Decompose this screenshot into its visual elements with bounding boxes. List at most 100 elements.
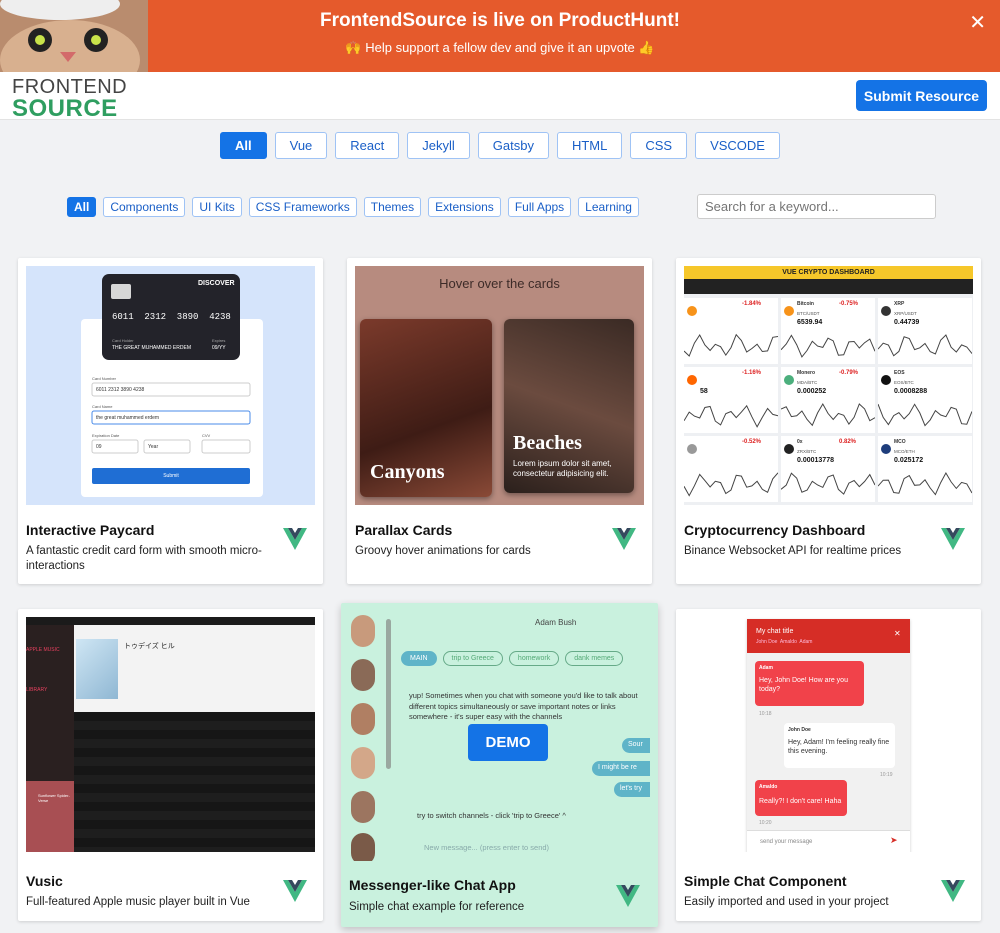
paycard-field-number-value: 6011 2312 3890 4238 — [96, 387, 145, 393]
demo-button[interactable]: DEMO — [468, 724, 548, 761]
coin-icon — [881, 375, 891, 385]
paycard-form-drawing — [81, 274, 263, 497]
crypto-sparkline-path — [878, 334, 972, 357]
filter-category-themes[interactable]: Themes — [363, 197, 422, 217]
filter-category-extensions[interactable]: Extensions — [428, 197, 501, 217]
messenger-preview-image: Adam Bush MAIN trip to Greece homework dank… — [349, 611, 650, 861]
paycard-preview-image: DISCOVER 6011 2312 3890 4238 Card Holder… — [26, 266, 315, 505]
resource-card-vusic[interactable]: APPLE MUSIC LIBRARY トゥデイズ ヒル Sunflower S… — [18, 609, 323, 921]
contact-avatar[interactable] — [351, 659, 375, 691]
card-description: Full-featured Apple music player built i… — [26, 896, 250, 908]
vusic-library: LIBRARY — [26, 687, 48, 693]
submit-resource-button[interactable]: Submit Resource — [856, 80, 987, 111]
crypto-coin-tile: Bitcoin BTC/USDT 6539.94 -0.75% — [781, 298, 875, 364]
coin-icon — [784, 375, 794, 385]
resource-card-parallax[interactable]: Hover over the cards Canyons Beaches Lor… — [347, 258, 652, 584]
contact-avatar[interactable] — [351, 791, 375, 823]
paycard-expires-label: Expires — [212, 338, 226, 343]
paycard-field-name-label: Card Name — [92, 404, 113, 409]
crypto-coin-price: 0.025172 — [894, 457, 924, 464]
send-icon[interactable]: ➤ — [890, 835, 898, 846]
coin-icon — [784, 306, 794, 316]
channel-tag[interactable]: dank memes — [565, 651, 624, 666]
crypto-sparkline — [878, 471, 972, 496]
card-title[interactable]: Messenger-like Chat App — [349, 877, 516, 893]
crypto-coin-change: -1.84% — [742, 301, 762, 307]
crypto-coin-grid: -1.84% Bitcoin BTC/USDT 6539.94 -0.75% XRP XRP… — [684, 298, 973, 503]
crypto-coin-change: -1.16% — [742, 370, 762, 376]
crypto-coin-tile: 58 -1.16% — [684, 367, 778, 433]
crypto-header: VUE CRYPTO DASHBOARD — [684, 266, 973, 279]
vue-logo-icon — [616, 885, 640, 907]
channel-tag[interactable]: MAIN — [401, 651, 437, 666]
crypto-coin-price: 0.00013778 — [797, 457, 834, 464]
filter-framework-react[interactable]: React — [335, 132, 400, 159]
filter-framework-vscode[interactable]: VSCODE — [695, 132, 780, 159]
contact-avatar[interactable] — [351, 703, 375, 735]
simplechat-m2: Hey, Adam! I'm feeling really fine this … — [788, 739, 890, 756]
simplechat-input[interactable]: send your message — [760, 839, 812, 845]
coin-icon — [881, 444, 891, 454]
filter-category-full-apps[interactable]: Full Apps — [507, 197, 572, 217]
filter-category-learning[interactable]: Learning — [578, 197, 639, 217]
parallax-canyon-label: Canyons — [370, 461, 445, 483]
resource-card-simple-chat[interactable]: My chat title John Doe Amaldo Adam ✕ Ada… — [676, 609, 981, 921]
resource-card-crypto[interactable]: VUE CRYPTO DASHBOARD -1.84% Bitcoin BTC/US… — [676, 258, 981, 584]
card-title[interactable]: Parallax Cards — [355, 522, 452, 538]
messenger-avatar-column — [349, 611, 379, 861]
card-description: A fantastic credit card form with smooth… — [26, 545, 262, 572]
filter-category-components[interactable]: Components — [103, 197, 186, 217]
crypto-coin-pair: XRP/USDT — [894, 311, 917, 316]
resource-card-messenger[interactable]: Adam Bush MAIN trip to Greece homework dank… — [341, 603, 658, 927]
card-description: Simple chat example for reference — [349, 901, 525, 913]
card-title[interactable]: Interactive Paycard — [26, 522, 154, 538]
simplechat-m1: Hey, John Doe! How are you today? — [759, 677, 848, 694]
filter-category-css-frameworks[interactable]: CSS Frameworks — [248, 197, 357, 217]
filter-framework-vue[interactable]: Vue — [274, 132, 328, 159]
banner-subtitle: 🙌 Help support a fellow dev and give it … — [345, 40, 655, 55]
paycard-field-cvv-label: CVV — [202, 433, 211, 438]
crypto-coin-tile: -0.52% — [684, 436, 778, 502]
filter-category-ui-kits[interactable]: UI Kits — [192, 197, 242, 217]
vusic-preview-image: APPLE MUSIC LIBRARY トゥデイズ ヒル Sunflower S… — [26, 617, 315, 852]
channel-tag[interactable]: trip to Greece — [442, 651, 503, 666]
filter-framework-gatsby[interactable]: Gatsby — [477, 132, 549, 159]
contact-avatar[interactable] — [351, 747, 375, 779]
simplechat-t3: 10:20 — [759, 820, 772, 826]
crypto-preview-image: VUE CRYPTO DASHBOARD -1.84% Bitcoin BTC/US… — [684, 266, 973, 505]
filter-category-all[interactable]: All — [67, 197, 97, 217]
parallax-beach-text: Lorem ipsum dolor sit amet, consectetur … — [513, 459, 612, 479]
crypto-sparkline — [878, 403, 972, 427]
crypto-coin-tile: Monero MDA/BTC 0.000252 -0.79% — [781, 367, 875, 433]
crypto-coin-tile: 0x ZRX/BTC 0.00013778 0.82% — [781, 436, 875, 502]
contact-avatar[interactable] — [351, 615, 375, 647]
card-title[interactable]: Simple Chat Component — [684, 873, 847, 889]
crypto-coin-tile: XRP XRP/USDT 0.44739 — [878, 298, 972, 364]
frontendsource-logo[interactable]: FRONTEND SOURCE — [12, 77, 127, 121]
channel-tag[interactable]: homework — [508, 651, 560, 666]
crypto-coin-name: Bitcoin — [797, 301, 814, 307]
keyword-search-input[interactable] — [697, 194, 936, 219]
parallax-beach-label: Beaches — [513, 432, 582, 454]
simplechat-header — [747, 619, 910, 653]
paycard-year: Year — [148, 444, 159, 450]
simplechat-preview-image: My chat title John Doe Amaldo Adam ✕ Ada… — [684, 617, 973, 852]
close-banner-icon[interactable]: ✕ — [969, 10, 986, 35]
vusic-now-playing — [26, 781, 74, 852]
coin-icon — [687, 306, 697, 316]
contact-avatar[interactable] — [351, 833, 375, 861]
filter-framework-all[interactable]: All — [220, 132, 267, 159]
card-title[interactable]: Vusic — [26, 873, 63, 889]
simplechat-close-icon[interactable]: ✕ — [894, 629, 901, 638]
filter-framework-jekyll[interactable]: Jekyll — [407, 132, 470, 159]
filter-framework-css[interactable]: CSS — [630, 132, 688, 159]
vue-logo-icon — [283, 880, 307, 902]
parallax-preview-image: Hover over the cards Canyons Beaches Lor… — [355, 266, 644, 505]
crypto-coin-tile: MCO MCO/ETH 0.025172 — [878, 436, 972, 502]
card-title[interactable]: Cryptocurrency Dashboard — [684, 522, 865, 538]
filter-framework-html[interactable]: HTML — [556, 132, 623, 159]
crypto-sparkline — [781, 472, 875, 495]
resource-card-paycard[interactable]: DISCOVER 6011 2312 3890 4238 Card Holder… — [18, 258, 323, 584]
logo-line2: SOURCE — [12, 95, 118, 122]
crypto-coin-pair: MCO/ETH — [894, 449, 915, 454]
